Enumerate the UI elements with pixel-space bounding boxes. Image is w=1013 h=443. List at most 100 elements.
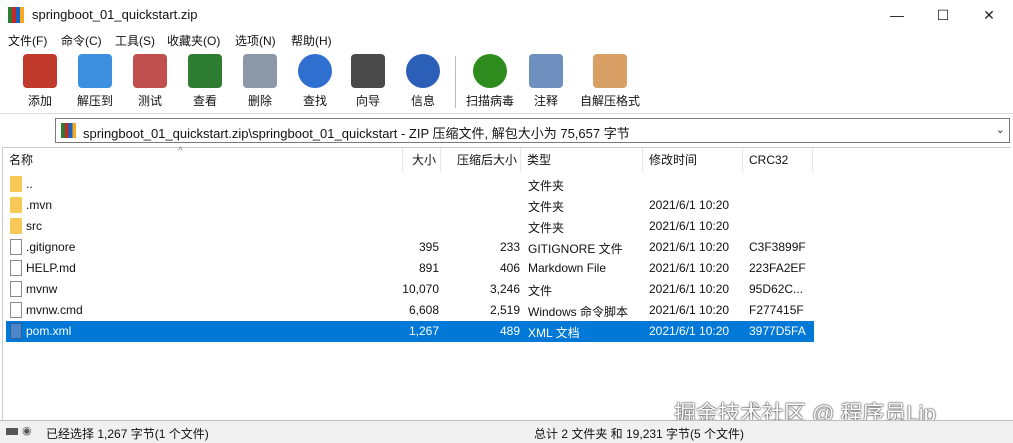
toolbar-button[interactable]: 向导 <box>340 54 396 109</box>
menu-item[interactable]: 工具(S) <box>115 32 155 49</box>
file-row[interactable]: src 文件夹 2021/6/1 10:20 <box>6 216 814 237</box>
cell-type: 文件夹 <box>528 221 565 235</box>
cell-crc: 223FA2EF <box>749 261 806 275</box>
cell-type: 文件夹 <box>528 200 565 214</box>
address-path: springboot_01_quickstart.zip\springboot_… <box>83 126 630 141</box>
folder-icon <box>10 218 22 234</box>
menu-item[interactable]: 帮助(H) <box>291 32 332 49</box>
column-header-size[interactable]: 大小 <box>403 148 441 172</box>
drive-icon <box>6 428 18 435</box>
cell-modified: 2021/6/1 10:20 <box>649 303 730 317</box>
toolbar-button-label: 注释 <box>533 94 558 108</box>
cell-type: GITIGNORE 文件 <box>528 242 623 256</box>
maximize-button[interactable]: ☐ <box>920 0 966 30</box>
toolbar-button-label: 自解压格式 <box>579 94 640 108</box>
file-row[interactable]: .mvn 文件夹 2021/6/1 10:20 <box>6 195 814 216</box>
column-header-packed[interactable]: 压缩后大小 <box>441 148 521 172</box>
sort-arrow-icon: ^ <box>178 146 183 157</box>
menu-item[interactable]: 命令(C) <box>61 32 102 49</box>
cell-modified: 2021/6/1 10:20 <box>649 282 730 296</box>
minimize-button[interactable]: — <box>874 0 920 30</box>
cell-crc: 3977D5FA <box>749 324 806 338</box>
archive-icon <box>61 123 76 138</box>
toolbar-button[interactable]: 查找 <box>287 54 343 109</box>
cell-size: 395 <box>418 240 439 254</box>
status-bar: ◉ 已经选择 1,267 字节(1 个文件) 总计 2 文件夹 和 19,231… <box>0 420 1013 443</box>
cell-name: HELP.md <box>26 261 76 275</box>
toolbar-button-label: 查看 <box>192 94 217 108</box>
toolbar-button-label: 删除 <box>247 94 272 108</box>
toolbar-button-label: 添加 <box>27 94 52 108</box>
file-row[interactable]: HELP.md 891 406 Markdown File 2021/6/1 10:20… <box>6 258 814 279</box>
toolbar-button-label: 信息 <box>410 94 435 108</box>
cell-type: Markdown File <box>528 261 607 275</box>
title-bar: springboot_01_quickstart.zip — ☐ ✕ <box>0 0 1013 30</box>
cell-packed: 3,246 <box>489 282 520 296</box>
cell-size: 10,070 <box>402 282 439 296</box>
cell-modified: 2021/6/1 10:20 <box>649 261 730 275</box>
menu-item[interactable]: 收藏夹(O) <box>167 32 220 49</box>
file-icon <box>10 323 22 339</box>
toolbar-button[interactable]: 自解压格式 <box>576 54 644 109</box>
toolbar-button[interactable]: 扫描病毒 <box>462 54 518 109</box>
toolbar-button-label: 解压到 <box>76 94 113 108</box>
virus-scan-icon <box>473 54 507 88</box>
toolbar-button[interactable]: 查看 <box>177 54 233 109</box>
toolbar-button[interactable]: 测试 <box>122 54 178 109</box>
toolbar-button-label: 向导 <box>355 94 380 108</box>
toolbar-button-label: 查找 <box>302 94 327 108</box>
test-clipboard-icon <box>133 54 167 88</box>
wizard-wand-icon <box>351 54 385 88</box>
file-row[interactable]: mvnw 10,070 3,246 文件 2021/6/1 10:20 95D62C... <box>6 279 814 300</box>
cell-name: src <box>26 219 42 233</box>
sfx-box-icon <box>593 54 627 88</box>
address-bar[interactable]: springboot_01_quickstart.zip\springboot_… <box>55 118 1010 143</box>
status-total: 总计 2 文件夹 和 19,231 字节(5 个文件) <box>534 427 745 441</box>
file-list[interactable]: 名称 ^ 大小 压缩后大小 类型 修改时间 CRC32 .. 文件夹 .mvn 文件夹 2… <box>2 146 1011 420</box>
cell-packed: 233 <box>499 240 520 254</box>
folder-icon <box>10 176 22 192</box>
status-selection: 已经选择 1,267 字节(1 个文件) <box>46 427 209 441</box>
cell-name: .mvn <box>26 198 53 212</box>
cell-name: mvnw <box>26 282 58 296</box>
toolbar-button[interactable]: 信息 <box>395 54 451 109</box>
column-header-modified[interactable]: 修改时间 <box>643 148 743 172</box>
file-row[interactable]: mvnw.cmd 6,608 2,519 Windows 命令脚本 2021/6/1 1… <box>6 300 814 321</box>
menu-item[interactable]: 选项(N) <box>235 32 276 49</box>
toolbar: 添加 解压到 测试 查看 删除 查找 向导 信息 扫描病毒 注释 自解压格式 <box>0 50 1013 114</box>
cell-name: .gitignore <box>26 240 76 254</box>
cell-modified: 2021/6/1 10:20 <box>649 324 730 338</box>
file-row[interactable]: .gitignore 395 233 GITIGNORE 文件 2021/6/1 10:… <box>6 237 814 258</box>
view-book-icon <box>188 54 222 88</box>
file-row[interactable]: .. 文件夹 <box>6 174 814 195</box>
close-button[interactable]: ✕ <box>966 0 1012 30</box>
file-icon <box>10 281 22 297</box>
info-icon <box>406 54 440 88</box>
column-header-crc[interactable]: CRC32 <box>743 148 813 172</box>
cell-name: .. <box>26 177 33 191</box>
cell-packed: 406 <box>499 261 520 275</box>
column-header-type[interactable]: 类型 <box>521 148 643 172</box>
toolbar-button[interactable]: 删除 <box>232 54 288 109</box>
cell-type: 文件 <box>528 284 553 298</box>
chevron-down-icon[interactable]: ⌄ <box>996 123 1005 136</box>
file-row[interactable]: pom.xml 1,267 489 XML 文档 2021/6/1 10:20 3977D… <box>6 321 814 342</box>
toolbar-button-label: 扫描病毒 <box>465 94 514 108</box>
cell-modified: 2021/6/1 10:20 <box>649 219 730 233</box>
cell-crc: C3F3899F <box>749 240 806 254</box>
menu-bar: 文件(F) 命令(C) 工具(S) 收藏夹(O) 选项(N) 帮助(H) <box>0 30 1013 50</box>
menu-item[interactable]: 文件(F) <box>8 32 47 49</box>
search-icon <box>298 54 332 88</box>
cell-type: XML 文档 <box>528 326 580 340</box>
folder-icon <box>10 197 22 213</box>
column-header-name[interactable]: 名称 ^ <box>3 146 403 172</box>
file-icon <box>10 260 22 276</box>
toolbar-button[interactable]: 添加 <box>12 54 68 109</box>
speaker-icon: ◉ <box>22 425 32 437</box>
cell-type: Windows 命令脚本 <box>528 305 629 319</box>
toolbar-button-label: 测试 <box>137 94 162 108</box>
cell-modified: 2021/6/1 10:20 <box>649 198 730 212</box>
toolbar-button[interactable]: 注释 <box>518 54 574 109</box>
file-icon <box>10 239 22 255</box>
toolbar-button[interactable]: 解压到 <box>67 54 123 109</box>
